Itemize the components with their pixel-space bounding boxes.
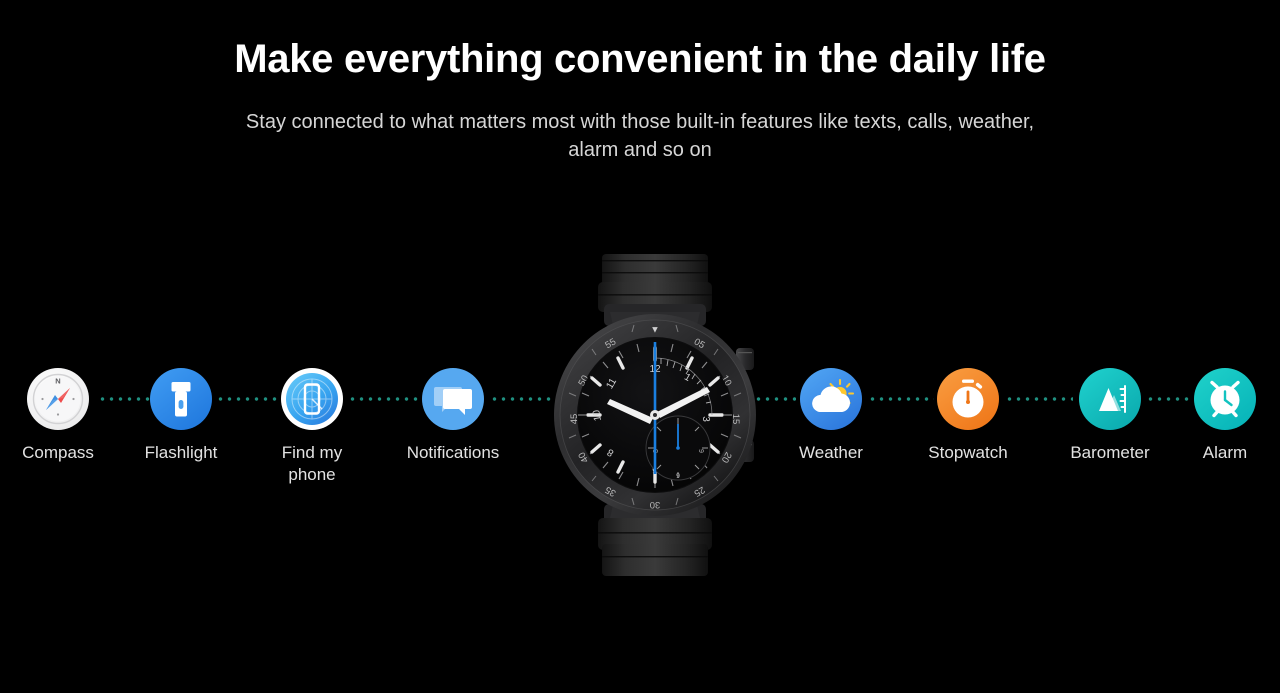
feature-item-weather[interactable]: Weather <box>773 368 889 464</box>
feature-item-compass[interactable]: N Compass <box>0 368 116 464</box>
feature-label-weather: Weather <box>799 443 863 462</box>
svg-text:▼: ▼ <box>650 325 659 336</box>
find-my-phone-icon[interactable] <box>281 368 343 430</box>
flashlight-icon[interactable] <box>150 368 212 430</box>
feature-label-notifications: Notifications <box>406 443 500 462</box>
feature-item-stopwatch[interactable]: Stopwatch <box>910 368 1026 464</box>
feature-label-alarm: Alarm <box>1202 443 1248 462</box>
feature-label-compass: Compass <box>22 443 94 462</box>
hero-header: Make everything convenient in the daily … <box>0 0 1280 164</box>
weather-icon[interactable] <box>800 368 862 430</box>
page-title: Make everything convenient in the daily … <box>234 37 1046 81</box>
feature-label-find-my-phone: Find my phone <box>281 443 343 485</box>
alarm-icon[interactable] <box>1194 368 1256 430</box>
feature-label-barometer: Barometer <box>1070 443 1150 462</box>
notifications-icon[interactable] <box>422 368 484 430</box>
page-subtitle: Stay connected to what matters most with… <box>245 111 1035 161</box>
feature-item-notifications[interactable]: Notifications <box>395 368 511 464</box>
svg-text:N: N <box>55 377 60 386</box>
stopwatch-icon[interactable] <box>937 368 999 430</box>
feature-label-stopwatch: Stopwatch <box>928 443 1008 462</box>
feature-item-alarm[interactable]: Alarm <box>1167 368 1280 464</box>
compass-icon[interactable]: N <box>27 368 89 430</box>
feature-item-flashlight[interactable]: Flashlight <box>123 368 239 464</box>
feature-strip: N Compass Flashlight Find my phone Notif… <box>0 368 1280 518</box>
feature-item-barometer[interactable]: Barometer <box>1052 368 1168 464</box>
feature-label-flashlight: Flashlight <box>144 443 218 462</box>
barometer-icon[interactable] <box>1079 368 1141 430</box>
feature-item-find-my-phone[interactable]: Find my phone <box>254 368 370 487</box>
